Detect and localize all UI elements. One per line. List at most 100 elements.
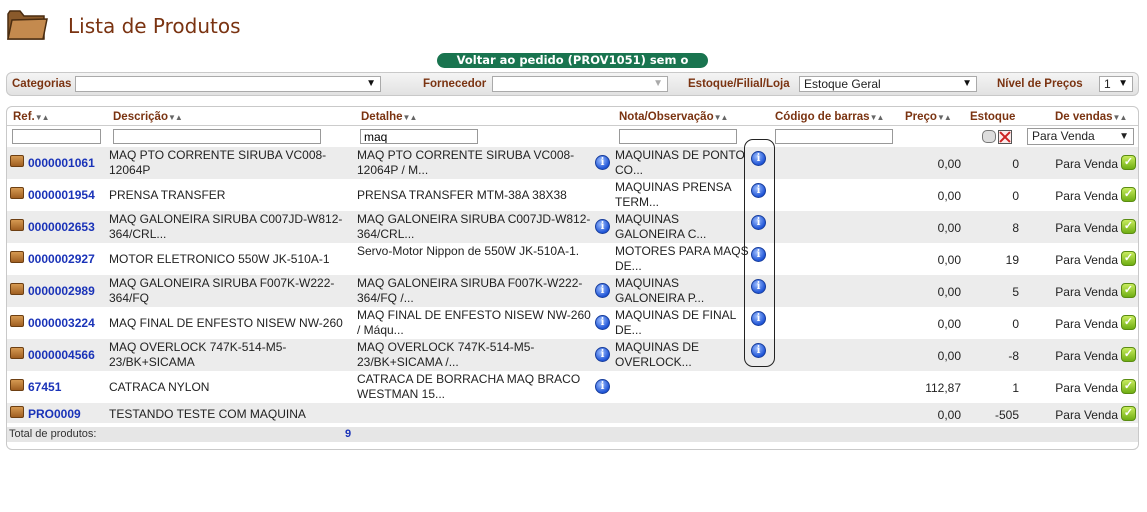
nivel-select[interactable]: 1 ▼ bbox=[1099, 76, 1133, 92]
nota-info-icon[interactable]: i bbox=[751, 183, 766, 198]
nota-info-icon[interactable]: i bbox=[751, 311, 766, 326]
checkmark-icon[interactable]: ✓ bbox=[1121, 251, 1136, 266]
product-detalhe: CATRACA DE BORRACHA MAQ BRACO WESTMAN 15… bbox=[357, 372, 581, 401]
table-row[interactable]: 0000001954 PRENSA TRANSFER PRENSA TRANSFER… bbox=[7, 179, 1138, 211]
product-ref-link[interactable]: 0000004566 bbox=[28, 348, 95, 362]
filter-bar: Categorias ▼ Fornecedor ▼ Estoque/Filial… bbox=[6, 72, 1139, 96]
product-preco: 0,00 bbox=[937, 221, 961, 235]
product-descricao: TESTANDO TESTE COM MAQUINA bbox=[109, 407, 306, 421]
col-nota[interactable]: Nota/Observação▼▲ bbox=[619, 111, 728, 123]
checkmark-icon[interactable]: ✓ bbox=[1121, 379, 1136, 394]
nota-info-icon[interactable]: i bbox=[751, 247, 766, 262]
nota-info-icon[interactable]: i bbox=[751, 279, 766, 294]
clear-stock-filter-icon[interactable] bbox=[998, 130, 1012, 144]
product-preco: 0,00 bbox=[937, 285, 961, 299]
col-detalhe[interactable]: Detalhe▼▲ bbox=[361, 111, 418, 123]
product-ref-link[interactable]: 0000001061 bbox=[28, 156, 95, 170]
header-divider bbox=[7, 125, 1138, 126]
table-row[interactable]: 0000004566 MAQ OVERLOCK 747K-514-M5-23/BK… bbox=[7, 339, 1138, 371]
col-codigo[interactable]: Código de barras▼▲ bbox=[775, 111, 884, 123]
estoque-label: Estoque/Filial/Loja bbox=[688, 78, 790, 90]
detalhe-filter-input[interactable] bbox=[360, 129, 478, 144]
detalhe-info-icon[interactable]: i bbox=[595, 347, 610, 362]
product-ref-link[interactable]: 0000002989 bbox=[28, 284, 95, 298]
categorias-label: Categorias bbox=[12, 78, 72, 90]
table-row[interactable]: PRO0009 TESTANDO TESTE COM MAQUINA 0,00 -50… bbox=[7, 403, 1138, 423]
folder-icon bbox=[7, 10, 48, 40]
stock-toggle[interactable] bbox=[982, 130, 996, 143]
total-row: Total de produtos: 9 bbox=[7, 427, 1138, 442]
table-row[interactable]: 0000002989 MAQ GALONEIRA SIRUBA F007K-W22… bbox=[7, 275, 1138, 307]
product-descricao: MAQ GALONEIRA SIRUBA C007JD-W812-364/CRL… bbox=[109, 212, 343, 241]
codigo-filter-input[interactable] bbox=[775, 129, 893, 144]
detalhe-info-icon[interactable]: i bbox=[595, 219, 610, 234]
nota-info-icon[interactable]: i bbox=[751, 343, 766, 358]
categorias-select[interactable]: ▼ bbox=[75, 76, 381, 92]
checkmark-icon[interactable]: ✓ bbox=[1121, 283, 1136, 298]
product-nota: MAQUINAS DE PONTO CO... bbox=[615, 148, 745, 177]
product-descricao: MAQ PTO CORRENTE SIRUBA VC008-12064P bbox=[109, 148, 327, 177]
product-ref-link[interactable]: 0000003224 bbox=[28, 316, 95, 330]
col-estoque[interactable]: Estoque bbox=[970, 111, 1015, 123]
checkmark-icon[interactable]: ✓ bbox=[1121, 315, 1136, 330]
detalhe-info-icon[interactable]: i bbox=[595, 379, 610, 394]
back-to-order-button[interactable]: Voltar ao pedido (PROV1051) sem o produt… bbox=[437, 53, 708, 82]
sort-icon: ▼▲ bbox=[167, 113, 183, 122]
product-detalhe: MAQ PTO CORRENTE SIRUBA VC008-12064P / M… bbox=[357, 148, 575, 177]
checkmark-icon[interactable]: ✓ bbox=[1121, 155, 1136, 170]
checkmark-icon[interactable]: ✓ bbox=[1121, 187, 1136, 202]
col-venda[interactable]: De vendas▼▲ bbox=[1055, 111, 1127, 123]
product-ref-link[interactable]: 0000001954 bbox=[28, 188, 95, 202]
col-descricao[interactable]: Descrição▼▲ bbox=[113, 111, 183, 123]
product-venda: Para Venda bbox=[1055, 157, 1118, 171]
product-preco: 0,00 bbox=[937, 253, 961, 267]
col-ref[interactable]: Ref.▼▲ bbox=[13, 111, 50, 123]
product-descricao: MOTOR ELETRONICO 550W JK-510A-1 bbox=[109, 252, 330, 266]
product-estoque: -8 bbox=[1008, 349, 1019, 363]
nota-filter-input[interactable] bbox=[619, 129, 737, 144]
fornecedor-label: Fornecedor bbox=[423, 78, 487, 90]
venda-filter-select[interactable]: Para Venda ▼ bbox=[1027, 128, 1134, 145]
nota-info-icon[interactable]: i bbox=[751, 215, 766, 230]
nivel-label: Nível de Preços bbox=[997, 78, 1083, 90]
detalhe-info-icon[interactable]: i bbox=[595, 315, 610, 330]
product-nota: MAQUINAS GALONEIRA P... bbox=[615, 276, 705, 305]
total-value: 9 bbox=[345, 428, 352, 440]
detalhe-info-icon[interactable]: i bbox=[595, 155, 610, 170]
table-row[interactable]: 0000002653 MAQ GALONEIRA SIRUBA C007JD-W8… bbox=[7, 211, 1138, 243]
checkmark-icon[interactable]: ✓ bbox=[1121, 406, 1136, 421]
product-estoque: 1 bbox=[1012, 381, 1019, 395]
sort-icon: ▼▲ bbox=[936, 113, 952, 122]
ref-filter-input[interactable] bbox=[12, 129, 101, 144]
table-row[interactable]: 0000003224 MAQ FINAL DE ENFESTO NISEW NW-… bbox=[7, 307, 1138, 339]
product-ref-link[interactable]: PRO0009 bbox=[28, 407, 81, 421]
estoque-select[interactable]: Estoque Geral ▼ bbox=[799, 76, 977, 92]
product-detalhe: Servo-Motor Nippon de 550W JK-510A-1. bbox=[357, 244, 580, 258]
descricao-filter-input[interactable] bbox=[113, 129, 321, 144]
product-venda: Para Venda bbox=[1055, 221, 1118, 235]
product-ref-link[interactable]: 0000002653 bbox=[28, 220, 95, 234]
product-box-icon bbox=[10, 283, 24, 295]
product-ref-link[interactable]: 67451 bbox=[28, 380, 61, 394]
col-preco[interactable]: Preço▼▲ bbox=[905, 111, 952, 123]
nota-info-icon[interactable]: i bbox=[751, 151, 766, 166]
product-box-icon bbox=[10, 379, 24, 391]
product-nota: MAQUINAS DE FINAL DE... bbox=[615, 308, 736, 337]
detalhe-info-icon[interactable]: i bbox=[595, 283, 610, 298]
product-preco: 112,87 bbox=[925, 381, 961, 395]
product-ref-link[interactable]: 0000002927 bbox=[28, 252, 95, 266]
fornecedor-select[interactable]: ▼ bbox=[492, 76, 668, 92]
product-box-icon bbox=[10, 315, 24, 327]
product-nota: MAQUINAS GALONEIRA C... bbox=[615, 212, 707, 241]
table-row[interactable]: 0000002927 MOTOR ELETRONICO 550W JK-510A-… bbox=[7, 243, 1138, 275]
checkmark-icon[interactable]: ✓ bbox=[1121, 219, 1136, 234]
checkmark-icon[interactable]: ✓ bbox=[1121, 347, 1136, 362]
table-row[interactable]: 0000001061 MAQ PTO CORRENTE SIRUBA VC008-… bbox=[7, 147, 1138, 179]
product-box-icon bbox=[10, 406, 24, 418]
table-row[interactable]: 67451 CATRACA NYLON CATRACA DE BORRACHA MA… bbox=[7, 371, 1138, 403]
sort-icon: ▼▲ bbox=[34, 113, 50, 122]
product-descricao: MAQ OVERLOCK 747K-514-M5-23/BK+SICAMA bbox=[109, 340, 287, 369]
product-detalhe: MAQ GALONEIRA SIRUBA F007K-W222-364/FQ /… bbox=[357, 276, 583, 305]
sort-icon: ▼▲ bbox=[402, 113, 418, 122]
product-grid: Ref.▼▲ Descrição▼▲ Detalhe▼▲ Nota/Observ… bbox=[6, 106, 1139, 450]
